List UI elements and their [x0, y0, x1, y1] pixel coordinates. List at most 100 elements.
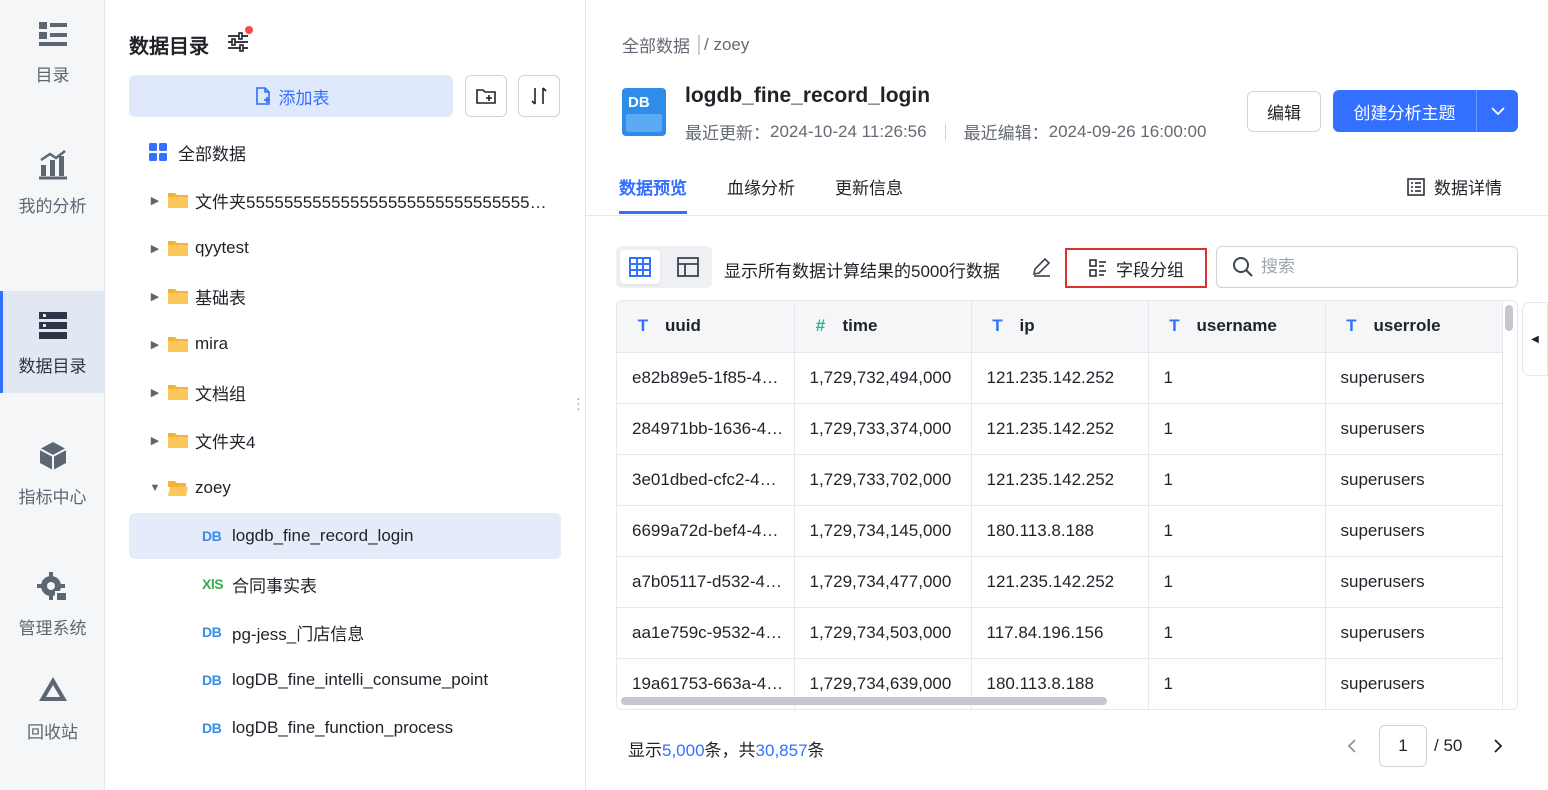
tree-folder[interactable]: ▶ 文件夹4	[129, 417, 561, 463]
column-header[interactable]: Tusername	[1148, 301, 1326, 353]
add-folder-icon	[476, 89, 496, 104]
caret-right-icon[interactable]: ▶	[143, 321, 167, 367]
column-name: username	[1196, 316, 1277, 336]
create-dropdown-button[interactable]	[1476, 90, 1518, 132]
new-folder-button[interactable]	[465, 75, 507, 117]
tree-folder[interactable]: ▶ qyytest	[129, 225, 561, 271]
tree-label: logDB_fine_function_process	[232, 718, 454, 737]
tree-folder[interactable]: ▶ 文件夹5555555555555555555555555555555555	[129, 177, 561, 223]
page-number-input[interactable]	[1379, 725, 1427, 767]
rail-item-recycle-bin[interactable]: 回收站	[0, 657, 105, 759]
column-header[interactable]: Tuuid	[617, 301, 795, 353]
rail-label: 目录	[35, 65, 70, 85]
catalog-title: 数据目录	[129, 36, 209, 58]
data-details-label: 数据详情	[1434, 179, 1502, 198]
tree-folder[interactable]: ▶ 文档组	[129, 369, 561, 415]
table-cell: 1	[1148, 607, 1326, 659]
field-group-button[interactable]: 字段分组	[1065, 248, 1207, 288]
tree-label: mira	[195, 334, 229, 353]
data-table: Tuuid # time Tip Tusername Tuserrole e82b…	[617, 301, 1503, 709]
data-preview-grid: Tuuid # time Tip Tusername Tuserrole e82b…	[616, 300, 1518, 710]
caret-right-icon[interactable]: ▶	[143, 225, 167, 271]
rail-item-data-catalog[interactable]: 数据目录	[0, 291, 105, 393]
edit-button[interactable]: 编辑	[1247, 91, 1321, 132]
add-file-icon	[255, 87, 270, 105]
rail-item-metrics-center[interactable]: 指标中心	[0, 422, 105, 524]
edit-pen-icon[interactable]	[1030, 256, 1052, 278]
field-group-label: 字段分组	[1116, 260, 1184, 280]
edited-label: 最近编辑：	[963, 124, 1049, 143]
table-row: aa1e759c-9532-4f7d-b2e6-8c4a1d3e5f07 1,7…	[617, 607, 1503, 659]
side-panel-toggle[interactable]: ◀	[1522, 302, 1548, 376]
breadcrumb-root[interactable]: 全部数据	[622, 32, 690, 57]
tab-lineage[interactable]: 血缘分析	[727, 174, 795, 199]
number-type-icon: #	[815, 316, 826, 336]
grid-view-button[interactable]	[620, 250, 660, 284]
updated-value: 2024-10-24 11:26:56	[770, 121, 927, 141]
meta-divider	[944, 123, 946, 140]
table-cell: 117.84.196.156	[971, 607, 1149, 659]
table-cell: 121.235.142.252	[971, 454, 1149, 506]
tree-label: 文件夹4	[195, 432, 256, 452]
rail-label: 我的分析	[18, 196, 87, 216]
db-icon: DB	[202, 672, 222, 688]
rail-item-catalog[interactable]: 目录	[0, 0, 105, 102]
add-table-label: 添加表	[278, 88, 330, 108]
tree-file-selected[interactable]: DB logdb_fine_record_login	[129, 513, 561, 559]
caret-right-icon[interactable]: ▶	[143, 177, 167, 223]
layout-view-button[interactable]	[668, 250, 708, 284]
layout-icon	[677, 257, 699, 277]
caret-right-icon[interactable]: ▶	[143, 417, 167, 463]
next-page-button[interactable]	[1486, 734, 1510, 758]
search-box[interactable]	[1216, 246, 1518, 288]
panel-resize-handle[interactable]: · · ·	[576, 391, 581, 415]
tree-folder[interactable]: ▶ 基础表	[129, 273, 561, 319]
text-type-icon: T	[992, 316, 1003, 336]
tree-label: logDB_fine_intelli_consume_point	[232, 670, 489, 689]
rail-label: 回收站	[27, 722, 78, 742]
chart-icon	[38, 149, 67, 179]
tab-update-info[interactable]: 更新信息	[835, 174, 903, 199]
table-row: 6699a72d-bef4-4c2e-8d91-3f5a7b6c1e28 1,7…	[617, 505, 1503, 557]
folder-icon	[168, 385, 188, 400]
horizontal-scrollbar[interactable]	[621, 697, 1107, 705]
vertical-scrollbar[interactable]	[1505, 305, 1513, 331]
rail-item-admin[interactable]: 管理系统	[0, 553, 105, 655]
table-cell: e82b89e5-1f85-4a21-9c33-7d2e1f0a8b11	[617, 352, 795, 404]
add-table-button[interactable]: 添加表	[129, 75, 453, 117]
page-total: / 50	[1434, 736, 1463, 755]
view-toggle	[616, 246, 712, 288]
sort-button[interactable]	[518, 75, 560, 117]
caret-down-icon[interactable]: ▼	[143, 465, 167, 511]
table-cell: 1	[1148, 352, 1326, 404]
search-input[interactable]	[1261, 257, 1501, 277]
tab-data-preview[interactable]: 数据预览	[619, 174, 687, 214]
table-cell: 1,729,732,494,000	[794, 352, 972, 404]
table-cell: superusers	[1325, 352, 1503, 404]
tree-file[interactable]: DB logDB_fine_function_process	[129, 705, 561, 751]
db-icon: DB	[202, 720, 222, 736]
tree-file[interactable]: DB logDB_fine_intelli_consume_point	[129, 657, 561, 703]
caret-right-icon[interactable]: ▶	[143, 369, 167, 415]
table-cell: 180.113.8.188	[971, 505, 1149, 557]
column-header[interactable]: Tuserrole	[1325, 301, 1503, 353]
column-header[interactable]: # time	[794, 301, 972, 353]
table-cell: superusers	[1325, 403, 1503, 455]
tree-folder[interactable]: ▶ mira	[129, 321, 561, 367]
db-icon: DB	[202, 528, 222, 544]
tree-item-all-data[interactable]: 全部数据	[129, 129, 561, 175]
breadcrumb-current: / zoey	[704, 34, 750, 54]
table-cell: 121.235.142.252	[971, 403, 1149, 455]
table-cell: 121.235.142.252	[971, 352, 1149, 404]
prev-page-button[interactable]	[1340, 734, 1364, 758]
tree-folder-expanded[interactable]: ▼ zoey	[129, 465, 561, 511]
create-analysis-topic-button[interactable]: 创建分析主题	[1333, 90, 1476, 132]
caret-right-icon[interactable]: ▶	[143, 273, 167, 319]
table-cell: 1,729,733,702,000	[794, 454, 972, 506]
data-details-link[interactable]: 数据详情	[1406, 174, 1502, 199]
table-grid-icon	[629, 257, 651, 277]
rail-item-my-analysis[interactable]: 我的分析	[0, 131, 105, 233]
column-header[interactable]: Tip	[971, 301, 1149, 353]
tree-file[interactable]: DB pg-jess_门店信息	[129, 609, 561, 655]
tree-file[interactable]: XlS 合同事实表	[129, 561, 561, 607]
